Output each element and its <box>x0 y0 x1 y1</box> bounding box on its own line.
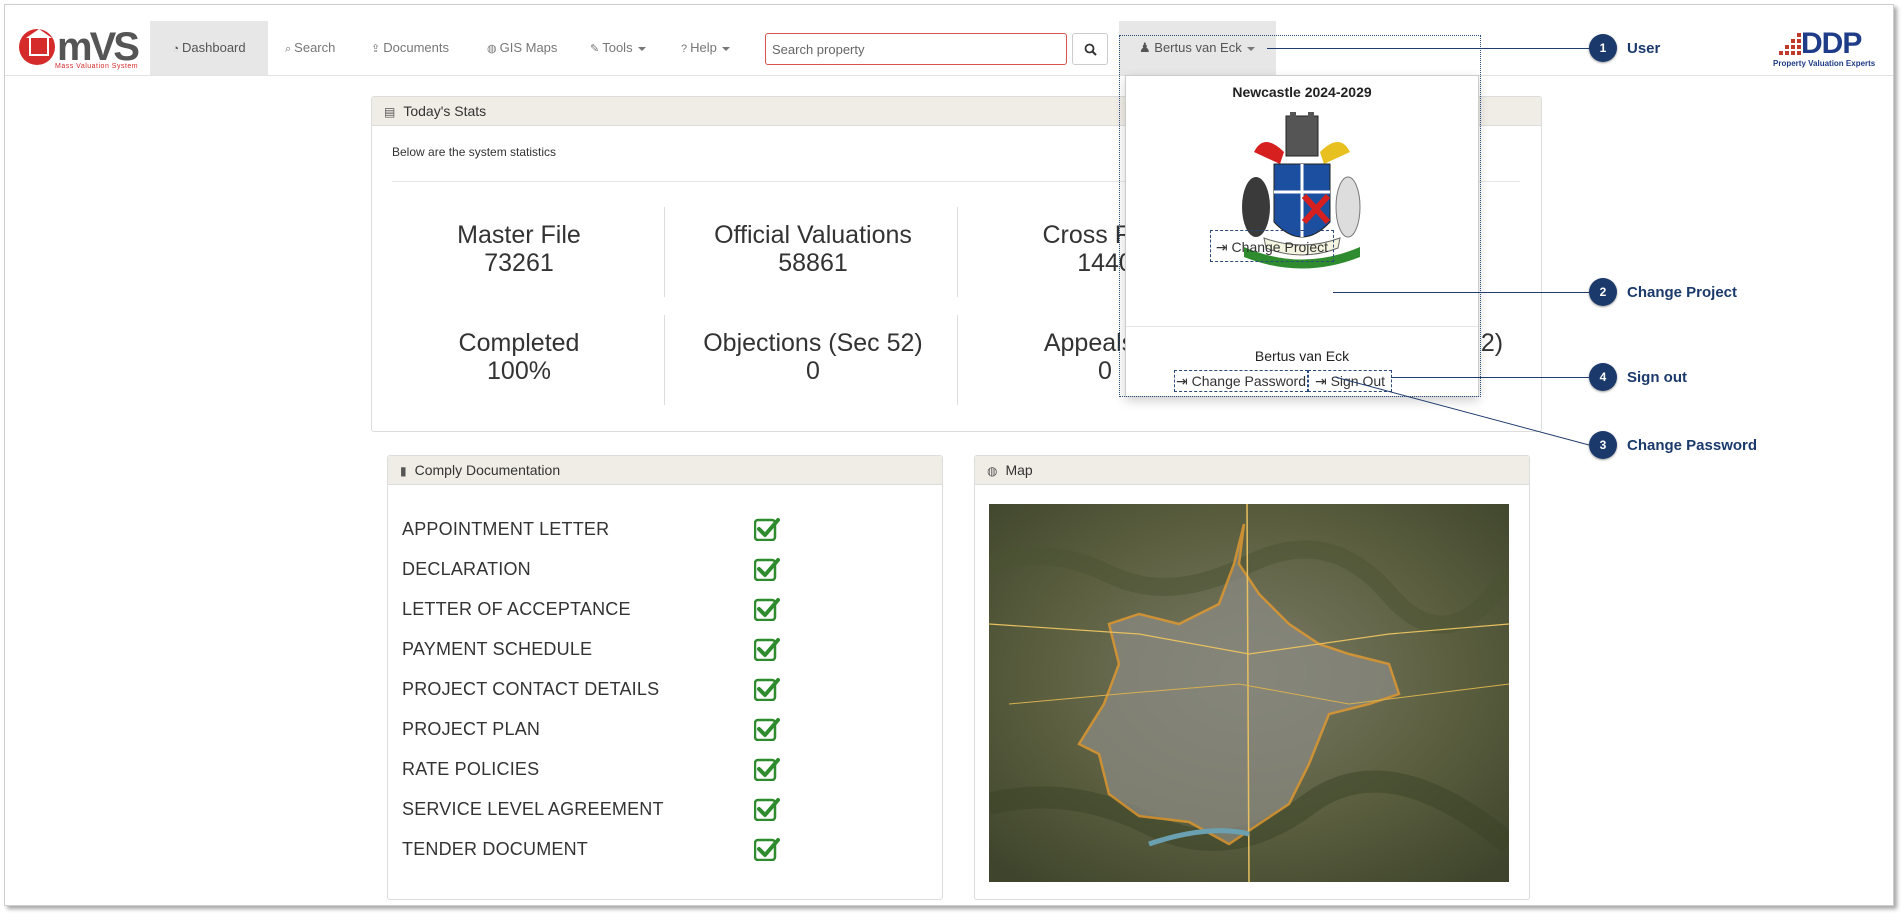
callout-badge-3: 3 <box>1589 431 1617 459</box>
callout-label-sign-out: Sign out <box>1627 369 1687 386</box>
app-window: mVS Mass Valuation System ◔ Dashboard ⌕ Se… <box>4 4 1894 906</box>
callout-label-change-password: Change Password <box>1627 437 1758 454</box>
callout-line-sign-out <box>1391 377 1589 378</box>
callout-badge-4: 4 <box>1589 363 1617 391</box>
